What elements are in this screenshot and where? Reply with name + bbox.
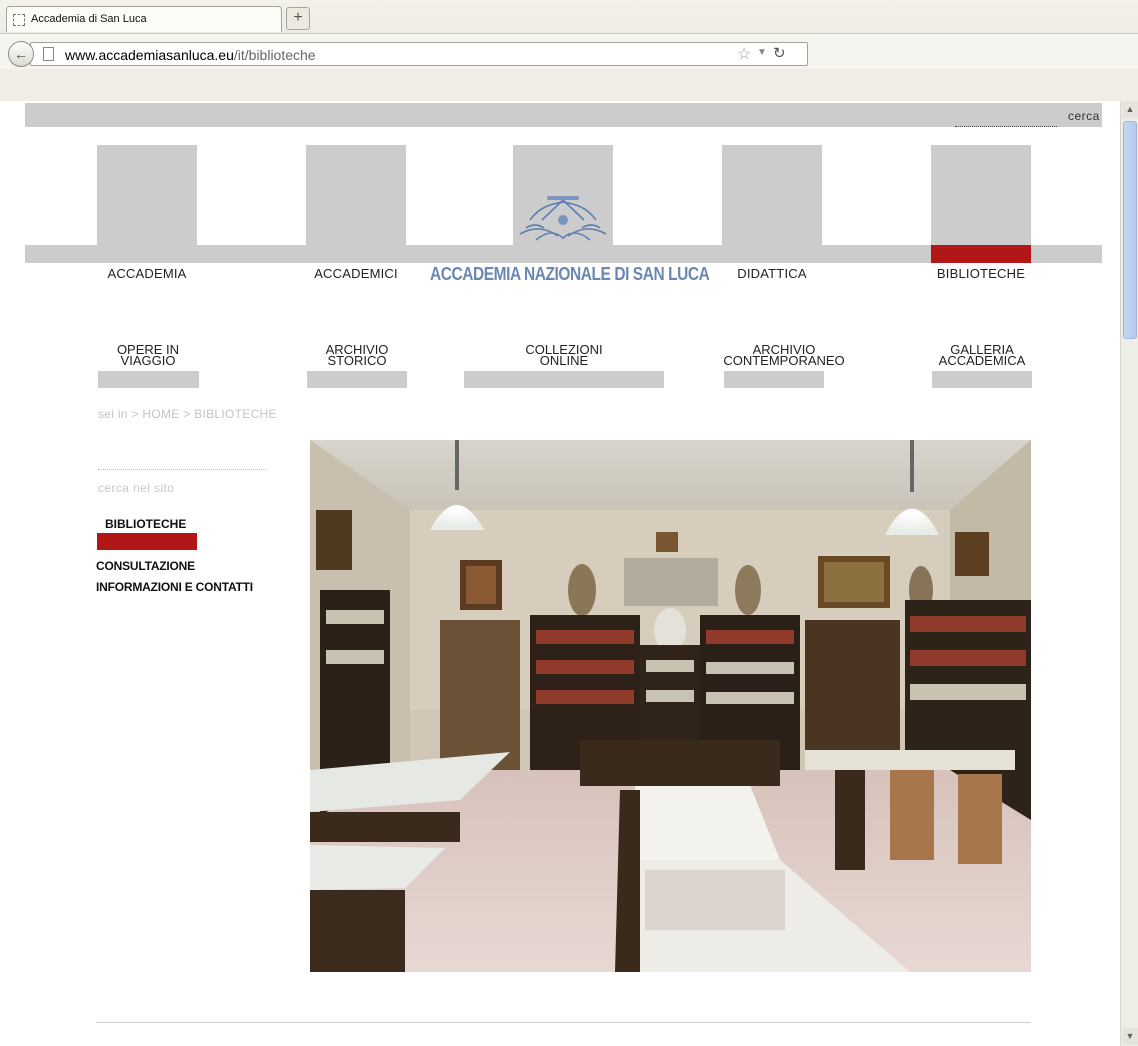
submenu-bar-collezioni xyxy=(464,371,664,388)
menu-block-accademia[interactable] xyxy=(97,145,197,245)
favicon-icon xyxy=(13,14,25,26)
menu-block-biblioteche[interactable] xyxy=(931,145,1031,245)
url-host: www.accademiasanluca.eu xyxy=(65,47,234,63)
browser-tab[interactable]: Accademia di San Luca xyxy=(6,6,282,32)
bookmark-star-icon[interactable]: ☆ xyxy=(737,44,751,64)
submenu-galleria-accademica[interactable]: GALLERIA ACCADEMICA xyxy=(882,343,1082,367)
site-search-input[interactable]: cerca nel sito xyxy=(98,481,174,495)
submenu-bar-opere xyxy=(98,371,199,388)
url-text: www.accademiasanluca.eu/it/biblioteche xyxy=(65,47,316,63)
scroll-down-icon[interactable]: ▼ xyxy=(1122,1028,1138,1045)
url-bar[interactable]: www.accademiasanluca.eu/it/biblioteche ☆… xyxy=(30,42,808,66)
library-reading-room-image xyxy=(310,440,1031,972)
search-input[interactable] xyxy=(955,126,1057,127)
active-menu-indicator xyxy=(931,245,1031,263)
tab-title: Accademia di San Luca xyxy=(31,13,147,25)
scroll-thumb[interactable] xyxy=(1123,121,1137,339)
footer-divider xyxy=(96,1022,1031,1023)
search-button[interactable]: cerca xyxy=(1068,109,1100,123)
menu-biblioteche[interactable]: BIBLIOTECHE xyxy=(931,266,1031,281)
sidebar-item-informazioni-e-contatti[interactable]: INFORMAZIONI E CONTATTI xyxy=(96,580,253,594)
bookmarks-toolbar xyxy=(0,69,1138,101)
vertical-scrollbar[interactable]: ▲ ▼ xyxy=(1120,101,1138,1046)
sidebar-divider xyxy=(98,469,266,470)
url-path: /it/biblioteche xyxy=(233,47,316,63)
menu-accademia[interactable]: ACCADEMIA xyxy=(97,266,197,281)
submenu-archivio-storico[interactable]: ARCHIVIO STORICO xyxy=(257,343,457,367)
submenu-collezioni-online[interactable]: COLLEZIONI ONLINE xyxy=(464,343,664,367)
submenu-bar-archivio-contemporaneo xyxy=(724,371,824,388)
back-button[interactable]: ← xyxy=(8,41,34,67)
page-icon xyxy=(43,47,54,61)
back-arrow-icon: ← xyxy=(14,46,28,62)
submenu-opere-in-viaggio[interactable]: OPERE IN VIAGGIO xyxy=(48,343,248,367)
sidebar-item-consultazione[interactable]: CONSULTAZIONE xyxy=(96,559,195,573)
breadcrumb: sei in > HOME > BIBLIOTECHE xyxy=(98,407,277,421)
reload-icon[interactable]: ↻ xyxy=(773,44,786,62)
submenu-bar-archivio-storico xyxy=(307,371,407,388)
sidebar-title[interactable]: BIBLIOTECHE xyxy=(105,517,186,531)
menu-didattica[interactable]: DIDATTICA xyxy=(722,266,822,281)
navigation-bar: www.accademiasanluca.eu/it/biblioteche ☆… xyxy=(0,33,1138,69)
browser-chrome: Accademia di San Luca + www.accademiasan… xyxy=(0,0,1138,101)
sidebar-active-indicator xyxy=(97,533,197,550)
menu-accademici[interactable]: ACCADEMICI xyxy=(306,266,406,281)
scroll-up-icon[interactable]: ▲ xyxy=(1122,101,1138,118)
history-dropdown-icon[interactable]: ▼ xyxy=(757,47,767,58)
new-tab-button[interactable]: + xyxy=(286,7,310,30)
menu-block-accademici[interactable] xyxy=(306,145,406,245)
academy-emblem-icon[interactable] xyxy=(512,190,614,246)
submenu-bar-galleria xyxy=(932,371,1032,388)
submenu-archivio-contemporaneo[interactable]: ARCHIVIO CONTEMPORANEO xyxy=(684,343,884,367)
top-bar: cerca xyxy=(25,103,1102,127)
site-logo-text[interactable]: ACCADEMIA NAZIONALE DI SAN LUCA xyxy=(430,264,710,285)
menu-block-didattica[interactable] xyxy=(722,145,822,245)
